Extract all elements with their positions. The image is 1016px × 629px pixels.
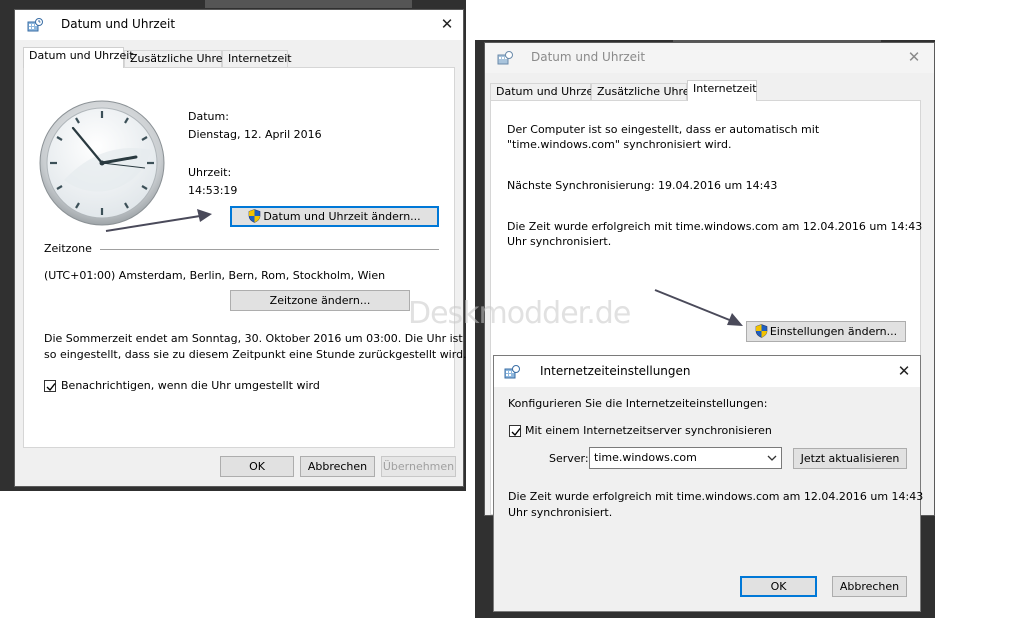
notify-checkbox-label: Benachrichtigen, wenn die Uhr umgestellt… [61,379,320,392]
notify-checkbox[interactable] [44,380,56,392]
annotation-arrow-right-icon [654,289,743,326]
settings-heading: Konfigurieren Sie die Internetzeiteinste… [508,397,768,410]
title-bar[interactable]: Datum und Uhrzeit ✕ [15,10,463,40]
internet-time-settings-dialog: Internetzeiteinstellungen ✕ Konfiguriere… [493,355,924,612]
time-value: 14:53:19 [188,184,238,197]
tab-datum-und-uhrzeit[interactable]: Datum und Uhrzeit [23,47,134,68]
change-datetime-label: Datum und Uhrzeit ändern... [263,210,421,223]
window-title: Internetzeiteinstellungen [540,364,691,378]
timezone-heading: Zeitzone [44,242,92,255]
title-bar[interactable]: Internetzeiteinstellungen ✕ [494,356,920,387]
success-text-line2: Uhr synchronisiert. [507,235,612,248]
watermark-text: Deskmodder.de [408,296,631,331]
ok-button[interactable]: OK [220,456,294,477]
window-title: Datum und Uhrzeit [531,50,646,64]
tab-datum-und-uhrzeit[interactable]: Datum und Uhrzeit [490,83,601,101]
sync-text-line1: Der Computer ist so eingestellt, dass er… [507,123,820,136]
sync-checkbox-label: Mit einem Internetzeitserver synchronisi… [525,424,772,437]
server-label: Server: [549,452,589,465]
datetime-control-panel-icon [497,51,513,65]
desktop-background-left-top [205,0,412,8]
success-text-line2: Uhr synchronisiert. [508,506,613,519]
timezone-divider [100,249,439,250]
timezone-value: (UTC+01:00) Amsterdam, Berlin, Bern, Rom… [44,269,386,282]
server-value: time.windows.com [594,451,697,464]
close-icon[interactable]: ✕ [439,16,455,32]
uac-shield-icon [755,324,768,338]
cancel-button[interactable]: Abbrechen [832,576,907,597]
change-datetime-button[interactable]: Datum und Uhrzeit ändern... [230,206,439,227]
close-icon[interactable]: ✕ [906,49,922,65]
change-settings-label: Einstellungen ändern... [769,325,898,338]
uac-shield-icon [249,209,261,223]
tab-internetzeit[interactable]: Internetzeit [687,80,757,101]
tab-internetzeit[interactable]: Internetzeit [222,50,292,68]
sync-text-line2: "time.windows.com" synchronisiert wird. [507,138,732,151]
dst-text-line1: Die Sommerzeit endet am Sonntag, 30. Okt… [44,332,463,345]
chevron-down-icon [767,455,777,461]
sync-checkbox[interactable] [509,425,521,437]
success-text-line1: Die Zeit wurde erfolgreich mit time.wind… [507,220,923,233]
annotation-arrow-left-icon [105,209,212,232]
window-title: Datum und Uhrzeit [61,17,176,31]
datetime-dialog-left: Datum und Uhrzeit ✕ Datum und Uhrzeit Zu… [14,9,467,487]
date-label: Datum: [188,110,229,123]
datetime-control-panel-icon [504,365,520,379]
cancel-button[interactable]: Abbrechen [300,456,375,477]
tab-zusaetzliche-uhren[interactable]: Zusätzliche Uhren [124,50,230,68]
tab-panel: Datum: Dienstag, 12. April 2016 Uhrzeit:… [23,67,467,448]
time-label: Uhrzeit: [188,166,232,179]
server-combobox[interactable]: time.windows.com [589,447,782,469]
date-value: Dienstag, 12. April 2016 [188,128,322,141]
datetime-control-panel-icon [27,18,43,32]
next-sync-text: Nächste Synchronisierung: 19.04.2016 um … [507,179,778,192]
close-icon[interactable]: ✕ [896,363,912,379]
change-timezone-button[interactable]: Zeitzone ändern... [230,290,410,311]
change-settings-button[interactable]: Einstellungen ändern... [746,321,906,342]
success-text-line1: Die Zeit wurde erfolgreich mit time.wind… [508,490,924,503]
tab-zusaetzliche-uhren[interactable]: Zusätzliche Uhren [591,83,697,101]
update-now-button[interactable]: Jetzt aktualisieren [793,448,907,469]
dst-text-line2: so eingestellt, dass sie zu diesem Zeitp… [44,348,467,361]
title-bar-inactive[interactable]: Datum und Uhrzeit ✕ [485,43,934,73]
apply-button[interactable]: Übernehmen [381,456,456,477]
ok-button[interactable]: OK [740,576,817,597]
